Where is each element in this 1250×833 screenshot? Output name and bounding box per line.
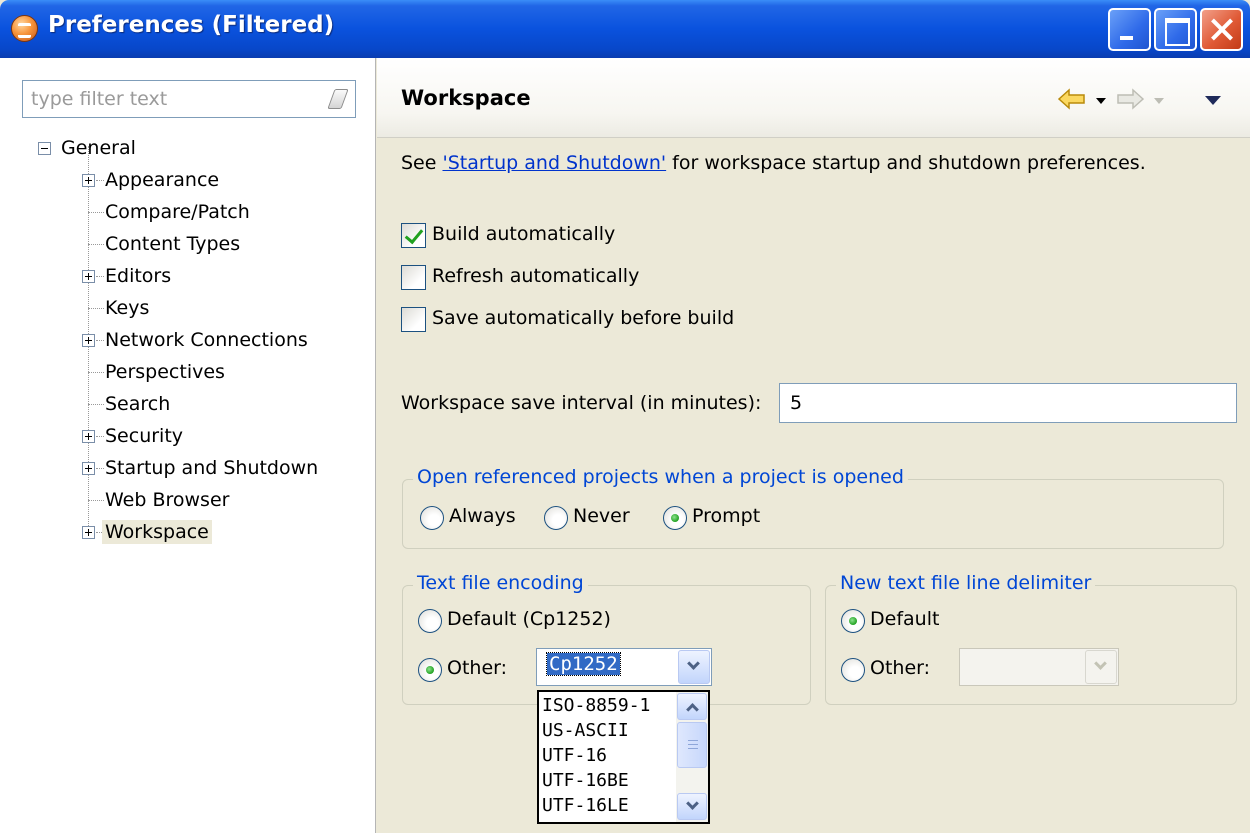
encoding-dropdown-list[interactable]: ISO-8859-1 US-ASCII UTF-16 UTF-16BE UTF-… xyxy=(537,690,710,824)
save-interval-input[interactable] xyxy=(779,383,1237,423)
open-projects-group: Open referenced projects when a project … xyxy=(402,466,1224,549)
tree-item-label: Security xyxy=(105,425,184,447)
tree-item-editors[interactable]: Editors xyxy=(82,262,372,292)
delimiter-dropdown-button xyxy=(1085,650,1117,684)
expand-icon[interactable] xyxy=(82,270,95,283)
scroll-down-button[interactable] xyxy=(677,793,707,820)
maximize-button[interactable] xyxy=(1154,8,1197,51)
tree-item-label: Keys xyxy=(105,297,150,319)
save-interval-label: Workspace save interval (in minutes): xyxy=(401,392,762,414)
tree-item-perspectives[interactable]: Perspectives xyxy=(82,358,372,388)
tree-item-label: Compare/Patch xyxy=(105,201,250,223)
tree-item-label: Network Connections xyxy=(105,329,308,351)
chevron-down-icon xyxy=(686,797,699,810)
save-before-build-checkbox[interactable]: Save automatically before build xyxy=(401,307,801,335)
tree-item-security[interactable]: Security xyxy=(82,422,372,452)
group-title: Open referenced projects when a project … xyxy=(413,466,908,488)
delimiter-default-radio[interactable]: Default xyxy=(841,608,971,636)
group-title: Text file encoding xyxy=(413,572,588,594)
group-title: New text file line delimiter xyxy=(836,572,1096,594)
filter-placeholder: type filter text xyxy=(31,88,168,110)
never-radio[interactable]: Never xyxy=(544,505,644,533)
encoding-other-radio[interactable]: Other: xyxy=(418,657,528,685)
checkbox-box[interactable] xyxy=(401,307,426,332)
forward-history-dropdown-icon xyxy=(1154,98,1164,104)
encoding-combo[interactable]: Cp1252 xyxy=(536,648,712,686)
eraser-icon[interactable] xyxy=(327,89,349,109)
minimize-button[interactable] xyxy=(1108,8,1151,51)
tree-item-label: Content Types xyxy=(105,233,241,255)
close-button[interactable] xyxy=(1200,8,1243,51)
chevron-up-icon xyxy=(686,703,699,716)
tree-item-label: Search xyxy=(105,393,171,415)
dropdown-option[interactable]: ISO-8859-1 xyxy=(542,695,650,719)
collapse-icon[interactable] xyxy=(38,142,51,155)
text-encoding-group: Text file encoding Default (Cp1252) Othe… xyxy=(402,572,811,705)
view-menu-icon[interactable] xyxy=(1205,96,1221,105)
startup-shutdown-link[interactable]: 'Startup and Shutdown' xyxy=(442,152,666,174)
prompt-radio[interactable]: Prompt xyxy=(663,505,773,533)
tree-item-label: Startup and Shutdown xyxy=(105,457,319,479)
dropdown-option[interactable]: UTF-16BE xyxy=(542,770,629,794)
back-arrow-icon[interactable] xyxy=(1057,88,1087,110)
expand-icon[interactable] xyxy=(82,462,95,475)
scroll-thumb[interactable] xyxy=(677,722,707,768)
dropdown-option[interactable]: US-ASCII xyxy=(542,720,629,744)
tree-item-label: Editors xyxy=(105,265,172,287)
preferences-window: Preferences (Filtered) type filter text … xyxy=(0,0,1250,833)
tree-item-network-connections[interactable]: Network Connections xyxy=(82,326,372,356)
delimiter-other-radio[interactable]: Other: xyxy=(841,657,951,685)
delimiter-combo xyxy=(959,648,1119,686)
title-bar[interactable]: Preferences (Filtered) xyxy=(0,0,1250,58)
window-title: Preferences (Filtered) xyxy=(48,12,335,38)
expand-icon[interactable] xyxy=(82,430,95,443)
page-description: See 'Startup and Shutdown' for workspace… xyxy=(401,152,1146,174)
tree-item-general[interactable]: General xyxy=(38,134,338,164)
dropdown-option[interactable]: UTF-16LE xyxy=(542,795,629,819)
tree-item-label: Workspace xyxy=(102,520,212,544)
checkbox-box[interactable] xyxy=(401,223,426,248)
encoding-dropdown-button[interactable] xyxy=(678,650,710,684)
tree-item-appearance[interactable]: Appearance xyxy=(82,166,372,196)
expand-icon[interactable] xyxy=(82,174,95,187)
dropdown-scrollbar[interactable] xyxy=(676,692,708,822)
build-automatically-checkbox[interactable]: Build automatically xyxy=(401,223,701,251)
tree-item-keys[interactable]: Keys xyxy=(82,294,372,324)
tree-item-label: Appearance xyxy=(105,169,220,191)
checkbox-box[interactable] xyxy=(401,265,426,290)
tree-item-compare-patch[interactable]: Compare/Patch xyxy=(82,198,372,228)
always-radio[interactable]: Always xyxy=(420,505,530,533)
encoding-combo-value: Cp1252 xyxy=(546,652,621,676)
tree-item-web-browser[interactable]: Web Browser xyxy=(82,486,372,516)
line-delimiter-group: New text file line delimiter Default Oth… xyxy=(825,572,1237,705)
eclipse-icon xyxy=(11,15,38,42)
preference-tree-pane: type filter text General Appearance Comp… xyxy=(0,58,376,833)
tree-item-label: Web Browser xyxy=(105,489,230,511)
page-header: Workspace xyxy=(377,58,1250,138)
page-title: Workspace xyxy=(401,86,531,110)
chevron-down-icon xyxy=(687,657,700,670)
preference-page: Workspace See 'Startup and Shutdown' for… xyxy=(377,58,1250,833)
refresh-automatically-checkbox[interactable]: Refresh automatically xyxy=(401,265,701,293)
dropdown-option[interactable]: UTF-16 xyxy=(542,745,607,769)
tree-item-search[interactable]: Search xyxy=(82,390,372,420)
tree-item-label: General xyxy=(61,137,136,159)
encoding-default-radio[interactable]: Default (Cp1252) xyxy=(418,608,638,636)
back-history-dropdown-icon[interactable] xyxy=(1096,98,1106,104)
expand-icon[interactable] xyxy=(82,334,95,347)
filter-input[interactable]: type filter text xyxy=(22,80,356,118)
tree-item-content-types[interactable]: Content Types xyxy=(82,230,372,260)
chevron-down-icon xyxy=(1094,657,1107,670)
tree-item-startup-shutdown[interactable]: Startup and Shutdown xyxy=(82,454,372,484)
forward-arrow-icon xyxy=(1117,88,1145,110)
tree-item-workspace[interactable]: Workspace xyxy=(82,518,372,548)
scroll-up-button[interactable] xyxy=(677,693,707,720)
expand-icon[interactable] xyxy=(82,526,95,539)
tree-item-label: Perspectives xyxy=(105,361,225,383)
